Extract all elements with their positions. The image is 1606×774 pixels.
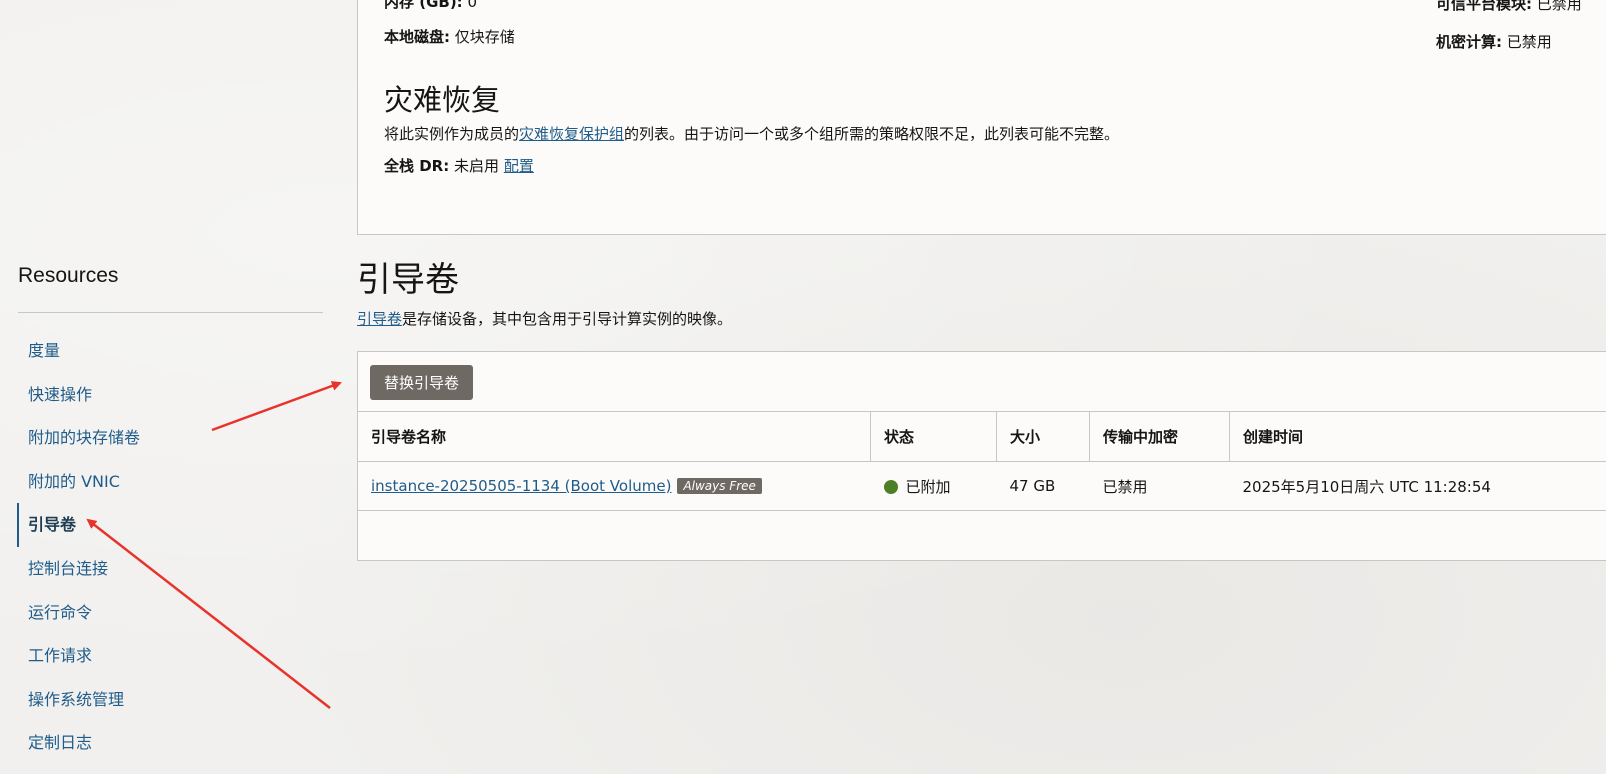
memory-value: 0: [467, 0, 478, 11]
sidebar-item-quick-actions[interactable]: 快速操作: [17, 373, 140, 417]
size-cell: 47 GB: [996, 461, 1090, 511]
boot-volume-description: 引导卷是存储设备，其中包含用于引导计算实例的映像。: [357, 310, 733, 328]
column-header-in-transit-encryption[interactable]: 传输中加密: [1089, 411, 1230, 462]
confidential-computing-value: 已禁用: [1506, 33, 1552, 51]
boot-volume-card: 替换引导卷 引导卷名称 状态 大小 传输中加密 创建时间 instance-20…: [357, 351, 1606, 561]
sidebar-item-console-connection[interactable]: 控制台连接: [17, 547, 140, 591]
table-row: instance-20250505-1134 (Boot Volume) Alwa…: [358, 461, 1606, 511]
memory-label: 内存 (GB):: [384, 0, 463, 11]
boot-volume-title: 引导卷: [357, 260, 459, 300]
memory-field: 内存 (GB): 0: [384, 0, 477, 12]
table-header-row: 引导卷名称 状态 大小 传输中加密 创建时间: [358, 411, 1606, 462]
created-cell: 2025年5月10日周六 UTC 11:28:54: [1229, 461, 1606, 511]
confidential-computing-field: 机密计算: 已禁用: [1436, 31, 1552, 52]
column-header-status[interactable]: 状态: [870, 411, 997, 462]
local-disk-value: 仅块存储: [454, 28, 515, 46]
status-cell: 已附加: [870, 461, 997, 511]
sidebar-item-boot-volume[interactable]: 引导卷: [17, 503, 140, 547]
sidebar-item-attached-block-volumes[interactable]: 附加的块存储卷: [17, 416, 140, 460]
column-header-created[interactable]: 创建时间: [1229, 411, 1606, 462]
boot-volume-doc-link[interactable]: 引导卷: [357, 310, 402, 328]
sidebar-item-attached-vnics[interactable]: 附加的 VNIC: [17, 460, 140, 504]
always-free-badge: Always Free: [677, 478, 762, 494]
sidebar-item-custom-logs[interactable]: 定制日志: [17, 721, 140, 765]
tpm-field: 可信平台模块: 已禁用: [1436, 0, 1582, 14]
dr-protection-group-link[interactable]: 灾难恢复保护组: [519, 125, 624, 143]
sidebar-item-metrics[interactable]: 度量: [17, 329, 140, 373]
resources-nav: 度量 快速操作 附加的块存储卷 附加的 VNIC 引导卷 控制台连接 运行命令 …: [17, 329, 140, 765]
full-stack-dr-value: 未启用: [454, 157, 500, 175]
resources-title: Resources: [18, 264, 119, 287]
sidebar-item-work-requests[interactable]: 工作请求: [17, 634, 140, 678]
instance-details-card: 内存 (GB): 0 本地磁盘: 仅块存储 可信平台模块: 已禁用 机密计算: …: [357, 0, 1606, 235]
full-stack-dr-label: 全栈 DR:: [384, 157, 450, 175]
boot-volume-name-cell: instance-20250505-1134 (Boot Volume) Alwa…: [358, 461, 871, 511]
boot-volume-table: 引导卷名称 状态 大小 传输中加密 创建时间 instance-20250505…: [358, 411, 1606, 511]
full-stack-dr-field: 全栈 DR: 未启用 配置: [384, 155, 534, 176]
confidential-computing-label: 机密计算:: [1436, 33, 1502, 51]
tpm-label: 可信平台模块:: [1436, 0, 1532, 13]
status-text: 已附加: [905, 477, 951, 496]
disaster-recovery-title: 灾难恢复: [384, 83, 501, 117]
local-disk-label: 本地磁盘:: [384, 28, 450, 46]
boot-volume-name-link[interactable]: instance-20250505-1134 (Boot Volume): [371, 477, 671, 495]
column-header-size[interactable]: 大小: [996, 411, 1090, 462]
encryption-cell: 已禁用: [1089, 461, 1230, 511]
replace-boot-volume-button[interactable]: 替换引导卷: [370, 365, 474, 400]
resources-divider: [18, 312, 323, 313]
local-disk-field: 本地磁盘: 仅块存储: [384, 26, 515, 47]
configure-link[interactable]: 配置: [504, 157, 534, 175]
disaster-recovery-description: 将此实例作为成员的灾难恢复保护组的列表。由于访问一个或多个组所需的策略权限不足，…: [384, 125, 1120, 143]
column-header-name[interactable]: 引导卷名称: [358, 411, 871, 462]
sidebar-item-run-command[interactable]: 运行命令: [17, 591, 140, 635]
status-attached-icon: [883, 479, 898, 494]
sidebar-item-os-management[interactable]: 操作系统管理: [17, 678, 140, 722]
tpm-value: 已禁用: [1536, 0, 1582, 13]
